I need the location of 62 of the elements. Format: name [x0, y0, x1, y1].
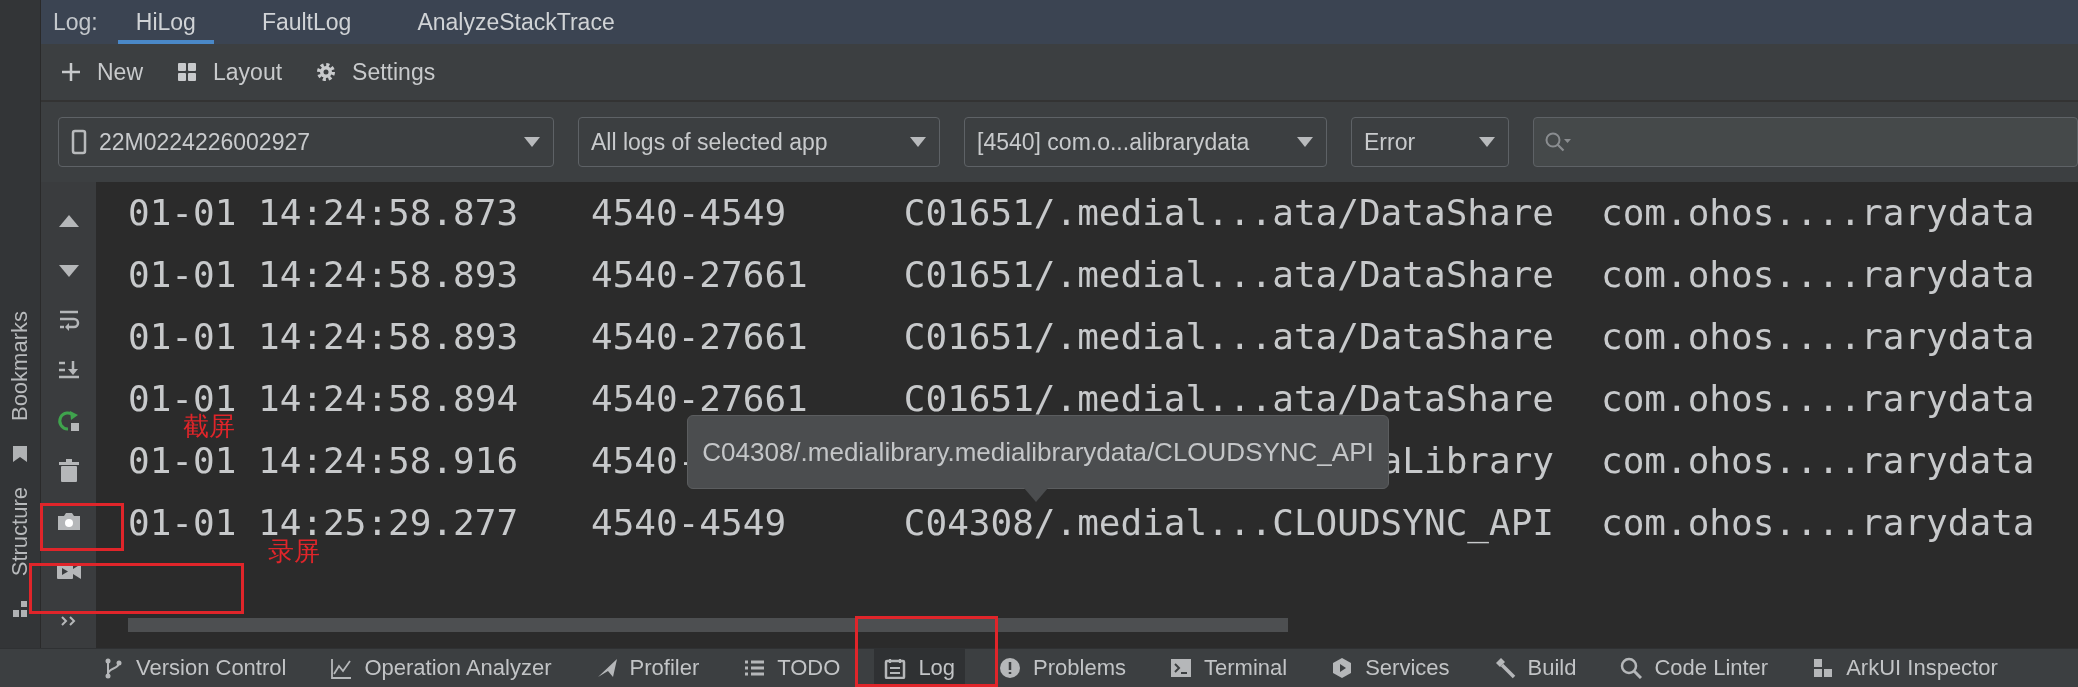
log-package: com.ohos....rarydata	[1601, 381, 2035, 417]
log-tag: C01651/.medial...ata/DataShare	[903, 319, 1554, 355]
magnifier-icon	[1620, 657, 1643, 679]
tool-window-button[interactable]: Version Control	[92, 649, 297, 687]
tool-window-button[interactable]: Operation Analyzer	[320, 649, 562, 687]
tool-window-button[interactable]: ArkUI Inspector	[1802, 649, 2008, 687]
tool-window-button[interactable]: TODO	[733, 649, 851, 687]
log-tag: C01651/.medial...ata/DataShare	[903, 195, 1554, 231]
structure-icon	[12, 600, 28, 618]
hexagon-play-icon	[1331, 657, 1354, 679]
log-time: 01-01 14:24:58.893	[128, 257, 520, 293]
log-package: com.ohos....rarydata	[1601, 319, 2035, 355]
toolbar-label[interactable]: Settings	[352, 58, 436, 86]
log-tag: C01651/.medial...ata/DataShare	[903, 257, 1554, 293]
tool-window-tab[interactable]: Bookmarks	[7, 310, 33, 421]
annotation-label: 录屏	[268, 538, 320, 564]
log-pid: 4540-27661	[591, 257, 809, 293]
log-time: 01-01 14:24:58.916	[128, 443, 520, 479]
warning-icon	[999, 657, 1022, 679]
toolbar-label[interactable]: New	[97, 58, 143, 86]
device-dropdown[interactable]: 22M0224226002927	[58, 117, 554, 167]
log-time: 01-01 14:24:58.873	[128, 195, 520, 231]
caret-icon	[1478, 136, 1496, 148]
tool-window-button[interactable]: Problems	[989, 649, 1136, 687]
log-pid: 4540-4549	[591, 195, 788, 231]
caret-icon	[909, 136, 927, 148]
calendar-icon	[884, 657, 907, 679]
tool-window-button[interactable]: Code Linter	[1610, 649, 1779, 687]
bookmark-icon	[12, 444, 28, 463]
caret-icon	[1296, 136, 1314, 148]
tooltip-pointer	[1024, 488, 1048, 502]
scope-dropdown[interactable]: All logs of selected app	[578, 117, 940, 167]
tool-window-button[interactable]: Build	[1483, 649, 1587, 687]
log-tab[interactable]: AnalyzeStackTrace	[399, 0, 633, 44]
grid-icon	[175, 60, 199, 84]
blocks-icon	[1812, 657, 1835, 679]
log-package: com.ohos....rarydata	[1601, 257, 2035, 293]
log-package: com.ohos....rarydata	[1601, 443, 2035, 479]
tool-window-button[interactable]: Terminal	[1160, 649, 1298, 687]
log-package: com.ohos....rarydata	[1601, 505, 2035, 541]
log-time: 01-01 14:24:58.893	[128, 319, 520, 355]
caret-icon	[523, 136, 541, 148]
toolbar-label[interactable]: Layout	[213, 58, 283, 86]
tool-window-tab[interactable]: Structure	[7, 486, 33, 576]
level-dropdown[interactable]: Error	[1351, 117, 1509, 167]
log-pid: 4540-27661	[591, 381, 809, 417]
log-pid: 4540-27661	[591, 319, 809, 355]
tool-window-button[interactable]: Profiler	[585, 649, 710, 687]
chart-icon	[330, 657, 353, 679]
search-icon	[1544, 131, 1572, 153]
tool-window-button[interactable]: Services	[1321, 649, 1460, 687]
tool-window-button[interactable]: Log	[874, 649, 966, 687]
log-tag: C01651/.medial...ata/DataShare	[903, 381, 1554, 417]
log-package: com.ohos....rarydata	[1601, 195, 2035, 231]
process-dropdown[interactable]: [4540] com.o...alibrarydata	[964, 117, 1327, 167]
tabs-label: Log:	[53, 8, 98, 36]
log-pid: 4540-4549	[591, 505, 788, 541]
plus-icon	[59, 60, 83, 84]
restart-icon[interactable]	[55, 408, 82, 434]
phone-icon	[71, 129, 87, 155]
terminal-icon	[1170, 657, 1192, 679]
log-tab[interactable]: FaultLog	[243, 0, 370, 44]
